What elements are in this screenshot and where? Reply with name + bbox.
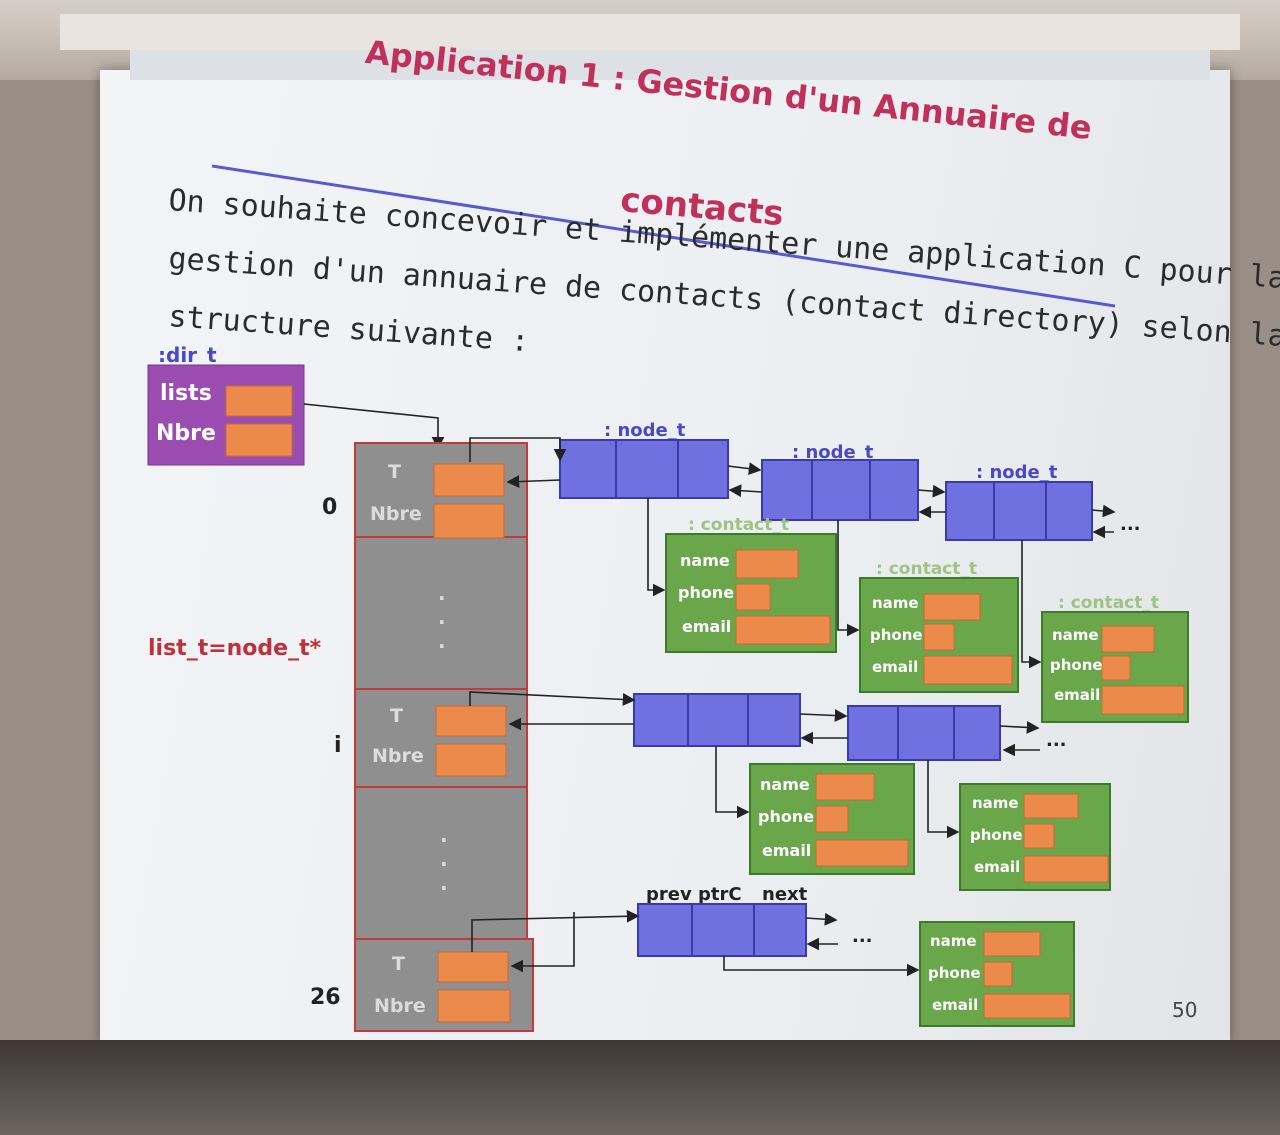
c1-phone: phone xyxy=(678,583,734,602)
c5-name: name xyxy=(972,794,1019,812)
ellipsis-2b: . xyxy=(440,847,448,871)
contact-row26: name phone email xyxy=(919,921,1075,1027)
row-index-0: 0 xyxy=(322,495,337,520)
field-prev: prev xyxy=(646,884,692,905)
body-line-3: structure suivante : xyxy=(167,299,530,359)
c5-email: email xyxy=(974,858,1020,876)
c6-email: email xyxy=(932,996,978,1014)
c2-name: name xyxy=(872,594,919,612)
row-i-t: T xyxy=(390,705,403,727)
node-type-label-3: : node_t xyxy=(976,462,1058,483)
ellipsis-1b: . xyxy=(438,605,446,629)
continuation-row0: ... xyxy=(1120,514,1141,535)
c3-email: email xyxy=(1054,686,1100,704)
contact-type-label-2: : contact_t xyxy=(876,559,977,579)
c4-phone: phone xyxy=(758,807,814,826)
contact-type-label-1: : contact_t xyxy=(688,515,789,535)
dir-field-lists: lists xyxy=(160,381,212,406)
node-row0-2 xyxy=(761,459,919,521)
row-0-nbre: Nbre xyxy=(370,503,422,525)
row-0-t: T xyxy=(388,461,401,483)
row-26-nbre: Nbre xyxy=(374,995,426,1017)
slide-number: 50 xyxy=(1172,998,1198,1022)
c3-phone: phone xyxy=(1050,656,1103,674)
node-row26 xyxy=(637,903,807,957)
c4-name: name xyxy=(760,775,810,794)
field-ptrC: ptrC xyxy=(698,884,742,905)
dir-struct: lists Nbre xyxy=(147,364,305,466)
node-row-i-1 xyxy=(633,693,801,747)
row-26-t: T xyxy=(392,953,405,975)
node-row-i-2 xyxy=(847,705,1001,761)
row-i-nbre: Nbre xyxy=(372,745,424,767)
c2-email: email xyxy=(872,658,918,676)
ellipsis-1c: . xyxy=(438,629,446,653)
c6-name: name xyxy=(930,932,977,950)
typedef-label: list_t=node_t* xyxy=(148,636,322,661)
dir-type-label: :dir_t xyxy=(158,343,217,367)
ellipsis-2a: . xyxy=(440,823,448,847)
c4-email: email xyxy=(762,841,811,860)
c1-name: name xyxy=(680,551,730,570)
field-next: next xyxy=(762,884,808,905)
node-row0-1 xyxy=(559,439,729,499)
contact-row0-2: name phone email xyxy=(859,577,1019,693)
row-index-26: 26 xyxy=(310,985,341,1010)
contact-row-i-2: name phone email xyxy=(959,783,1111,891)
c1-email: email xyxy=(682,617,731,636)
ellipsis-2c: . xyxy=(440,871,448,895)
c2-phone: phone xyxy=(870,626,923,644)
node-type-label-1: : node_t xyxy=(604,420,686,441)
ellipsis-1a: . xyxy=(438,581,446,605)
contact-row-i-1: name phone email xyxy=(749,763,915,875)
dir-field-nbre: Nbre xyxy=(156,421,216,446)
c5-phone: phone xyxy=(970,826,1023,844)
node-row0-3 xyxy=(945,481,1093,541)
slide-diagram: Application 1 : Gestion d'un Annuaire de… xyxy=(130,33,1280,1032)
contact-type-label-3: : contact_t xyxy=(1058,593,1159,613)
c3-name: name xyxy=(1052,626,1099,644)
contact-row0-3: name phone email xyxy=(1041,611,1189,723)
contact-row0-1: name phone email xyxy=(665,533,837,653)
c6-phone: phone xyxy=(928,964,981,982)
row-index-i: i xyxy=(334,733,342,758)
continuation-row26: ... xyxy=(852,926,873,947)
continuation-row-i: ... xyxy=(1046,730,1067,751)
